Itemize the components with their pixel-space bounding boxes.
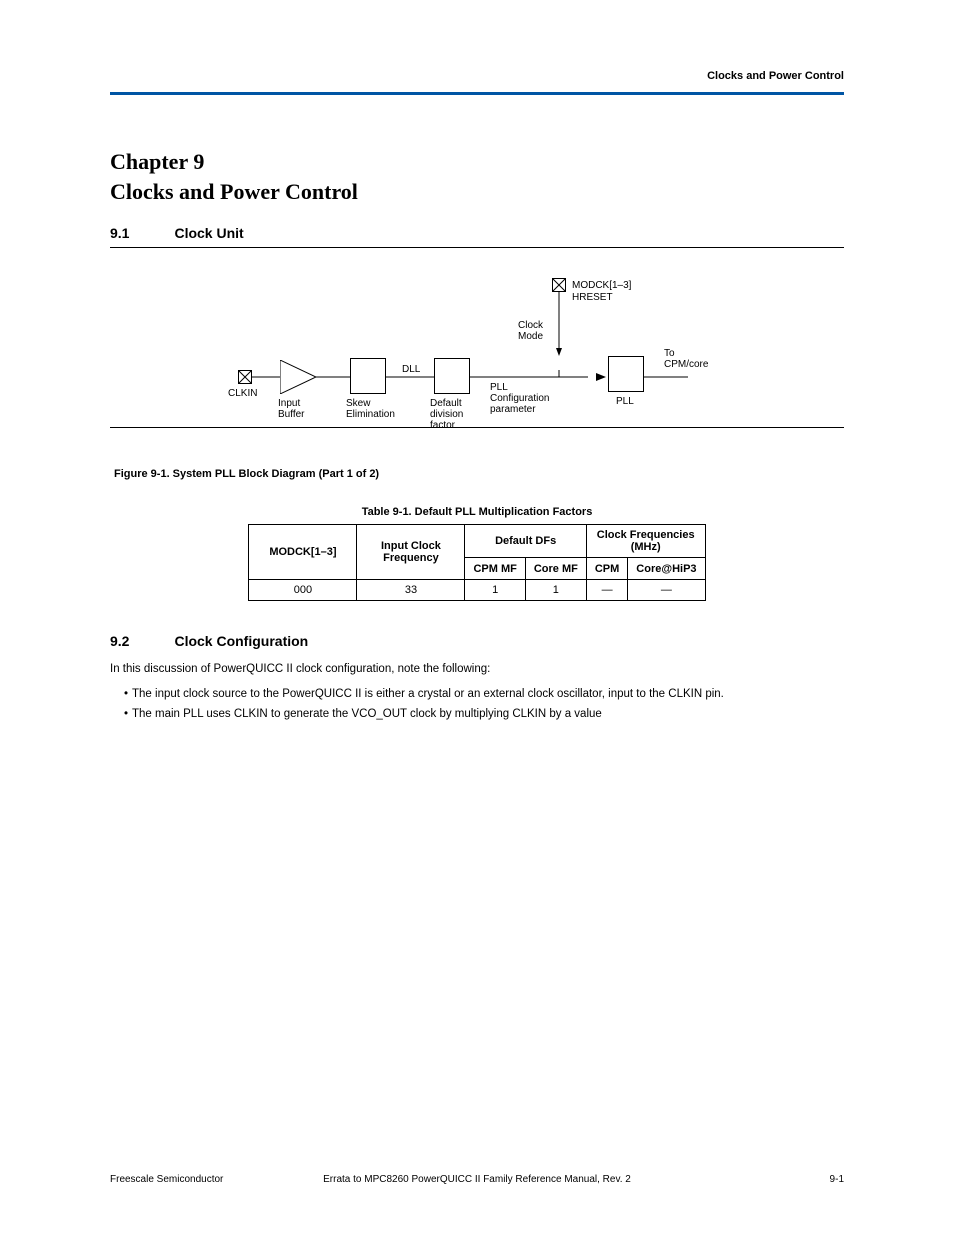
table-header: MODCK[1–3] xyxy=(249,525,357,580)
table-header: CPM xyxy=(586,558,627,580)
pll-config-label: PLL Configuration parameter xyxy=(490,382,549,415)
wire xyxy=(644,376,688,378)
pll-factors-table: MODCK[1–3] Input Clock Frequency Default… xyxy=(248,524,705,601)
paragraph: In this discussion of PowerQUICC II cloc… xyxy=(110,661,844,678)
div-factor-label: Default division factor xyxy=(430,398,463,431)
subsection-number: 9.2 xyxy=(110,633,170,649)
table-cell: 33 xyxy=(357,580,465,601)
input-buffer-label: Input Buffer xyxy=(278,398,305,420)
subsection-title: Clock Configuration xyxy=(174,633,308,649)
table-cell: — xyxy=(586,580,627,601)
table-header: Core MF xyxy=(525,558,586,580)
clock-mode-label: Clock Mode xyxy=(518,320,543,342)
table-caption: Table 9-1. Default PLL Multiplication Fa… xyxy=(110,506,844,518)
bullet-icon: • xyxy=(110,686,132,703)
modck-label: MODCK[1–3] xyxy=(572,280,631,291)
block-diagram: CLKIN Input Buffer Skew Elimination DLL … xyxy=(110,248,844,428)
header-right-label: Clocks and Power Control xyxy=(110,70,844,82)
chapter-title: Clocks and Power Control xyxy=(110,179,844,205)
bullet-text: The input clock source to the PowerQUICC… xyxy=(132,686,844,703)
subsection-heading-2: 9.2 Clock Configuration xyxy=(110,633,844,651)
table-header: Core@HiP3 xyxy=(628,558,705,580)
wire xyxy=(316,376,350,378)
table-header: Input Clock Frequency xyxy=(357,525,465,580)
table-cell: 000 xyxy=(249,580,357,601)
hreset-label: HRESET xyxy=(572,292,613,303)
skew-elim-label: Skew Elimination xyxy=(346,398,395,420)
footer-right: 9-1 xyxy=(704,1174,844,1185)
bullet-text: The main PLL uses CLKIN to generate the … xyxy=(132,706,844,723)
footer-left: Freescale Semiconductor xyxy=(110,1174,250,1185)
figure-caption: Figure 9-1. System PLL Block Diagram (Pa… xyxy=(114,468,844,480)
table-header: Default DFs xyxy=(465,525,586,558)
arrow-down-icon xyxy=(556,292,566,356)
wire xyxy=(386,376,434,378)
pad-icon xyxy=(238,370,252,384)
chapter-number: Chapter 9 xyxy=(110,149,844,175)
wire xyxy=(252,376,280,378)
pad-icon xyxy=(552,278,566,292)
bullet-icon: • xyxy=(110,706,132,723)
footer-center: Errata to MPC8260 PowerQUICC II Family R… xyxy=(250,1174,704,1185)
table-cell: 1 xyxy=(525,580,586,601)
skew-elim-block xyxy=(350,358,386,394)
table-header: Clock Frequencies (MHz) xyxy=(586,525,705,558)
clkin-label: CLKIN xyxy=(228,388,257,399)
dll-label: DLL xyxy=(402,364,420,375)
body-text: In this discussion of PowerQUICC II cloc… xyxy=(110,661,844,723)
header-rule xyxy=(110,86,844,95)
buffer-icon xyxy=(280,360,316,394)
div-factor-block xyxy=(434,358,470,394)
table-cell: — xyxy=(628,580,705,601)
table-header: CPM MF xyxy=(465,558,525,580)
pll-block xyxy=(608,356,644,392)
subsection-title: Clock Unit xyxy=(174,225,243,241)
subsection-heading: 9.1 Clock Unit xyxy=(110,225,844,248)
to-cpm-core-label: To CPM/core xyxy=(664,348,708,370)
table-cell: 1 xyxy=(465,580,525,601)
page-footer: Freescale Semiconductor Errata to MPC826… xyxy=(110,1174,844,1185)
subsection-number: 9.1 xyxy=(110,225,170,241)
pll-label: PLL xyxy=(616,396,634,407)
